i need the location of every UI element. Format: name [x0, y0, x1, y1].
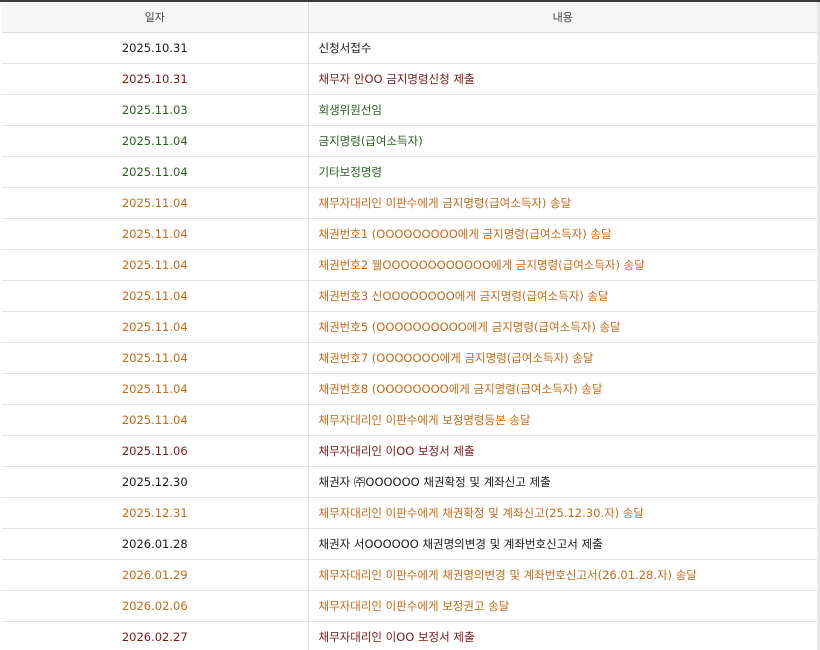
table-row: 2025.11.04 채권번호2 웰OOOOOOOOOOOO에게 금지명령(급여소… [2, 249, 817, 281]
table-row: 2026.01.28 채권자 서OOOOOO 채권명의변경 및 계좌번호신고서 제… [2, 528, 817, 560]
table-row: 2026.01.29 채무자대리인 이판수에게 채권명의변경 및 계좌번호신고서(… [2, 559, 817, 591]
row-date: 2025.11.04 [2, 404, 309, 436]
row-content: 채권번호3 신OOOOOOOO에게 금지명령(급여소득자) 송달 [308, 280, 817, 312]
row-date: 2025.10.31 [2, 63, 309, 95]
table-row: 2025.11.04 채권번호3 신OOOOOOOO에게 금지명령(급여소득자) … [2, 280, 817, 312]
table-row: 2025.11.03 회생위원선임 [2, 94, 817, 126]
table-row: 2025.12.30 채권자 ㈜OOOOOO 채권확정 및 계좌신고 제출 [2, 466, 817, 498]
row-content: 채무자대리인 이OO 보정서 제출 [308, 435, 817, 467]
row-content: 채권자 ㈜OOOOOO 채권확정 및 계좌신고 제출 [308, 466, 817, 498]
row-content: 채무자대리인 이OO 보정서 제출 [308, 621, 817, 650]
row-content: 채권자 서OOOOOO 채권명의변경 및 계좌번호신고서 제출 [308, 528, 817, 560]
case-progress-panel: 일자 내용 2025.10.31 신청서접수 2025.10.31 채무자 안OO 금… [0, 0, 820, 650]
row-date: 2025.11.03 [2, 94, 309, 126]
table-row: 2025.11.04 채권번호1 (OOOOOOOOO에게 금지명령(급여소득자)… [2, 218, 817, 250]
row-date: 2025.11.06 [2, 435, 309, 467]
row-content: 채무자대리인 이판수에게 보정명령등본 송달 [308, 404, 817, 436]
row-date: 2026.01.28 [2, 528, 309, 560]
table-row: 2026.02.06 채무자대리인 이판수에게 보정권고 송달 [2, 590, 817, 622]
row-content: 신청서접수 [308, 32, 817, 64]
row-content: 채권번호5 (OOOOOOOOOO에게 금지명령(급여소득자) 송달 [308, 311, 817, 343]
row-content: 채무자대리인 이판수에게 채권명의변경 및 계좌번호신고서(26.01.28.자… [308, 559, 817, 591]
table-row: 2025.11.04 채권번호5 (OOOOOOOOOO에게 금지명령(급여소득자… [2, 311, 817, 343]
row-date: 2025.11.04 [2, 156, 309, 188]
table-row: 2025.11.04 채권번호7 (OOOOOOO에게 금지명령(급여소득자) 송… [2, 342, 817, 374]
case-progress-table: 일자 내용 2025.10.31 신청서접수 2025.10.31 채무자 안OO 금… [2, 2, 817, 650]
row-date: 2025.10.31 [2, 32, 309, 64]
row-content: 채권번호8 (OOOOOOOO에게 금지명령(급여소득자) 송달 [308, 373, 817, 405]
row-content: 회생위원선임 [308, 94, 817, 126]
row-date: 2025.11.04 [2, 187, 309, 219]
row-date: 2025.11.04 [2, 218, 309, 250]
table-row: 2025.12.31 채무자대리인 이판수에게 채권확정 및 계좌신고(25.12… [2, 497, 817, 529]
table-row: 2025.11.04 채권번호8 (OOOOOOOO에게 금지명령(급여소득자) … [2, 373, 817, 405]
row-content: 기타보정명령 [308, 156, 817, 188]
table-row: 2025.11.04 채무자대리인 이판수에게 보정명령등본 송달 [2, 404, 817, 436]
row-content: 채무자대리인 이판수에게 보정권고 송달 [308, 590, 817, 622]
row-content: 채무자대리인 이판수에게 금지명령(급여소득자) 송달 [308, 187, 817, 219]
table-row: 2025.11.06 채무자대리인 이OO 보정서 제출 [2, 435, 817, 467]
row-date: 2025.11.04 [2, 342, 309, 374]
row-date: 2025.11.04 [2, 280, 309, 312]
row-content: 채권번호2 웰OOOOOOOOOOOO에게 금지명령(급여소득자) 송달 [308, 249, 817, 281]
row-date: 2025.12.31 [2, 497, 309, 529]
column-header-content: 내용 [308, 2, 817, 33]
table-row: 2025.11.04 채무자대리인 이판수에게 금지명령(급여소득자) 송달 [2, 187, 817, 219]
row-date: 2025.11.04 [2, 311, 309, 343]
table-row: 2026.02.27 채무자대리인 이OO 보정서 제출 [2, 621, 817, 650]
table-row: 2025.10.31 채무자 안OO 금지명령신청 제출 [2, 63, 817, 95]
row-date: 2025.12.30 [2, 466, 309, 498]
row-date: 2026.01.29 [2, 559, 309, 591]
row-content: 금지명령(급여소득자) [308, 125, 817, 157]
row-date: 2026.02.06 [2, 590, 309, 622]
table-row: 2025.10.31 신청서접수 [2, 32, 817, 64]
row-content: 채권번호7 (OOOOOOO에게 금지명령(급여소득자) 송달 [308, 342, 817, 374]
table-row: 2025.11.04 금지명령(급여소득자) [2, 125, 817, 157]
row-date: 2025.11.04 [2, 249, 309, 281]
table-body: 2025.10.31 신청서접수 2025.10.31 채무자 안OO 금지명령신청 … [2, 32, 817, 650]
table-header-row: 일자 내용 [2, 2, 817, 33]
row-content: 채무자대리인 이판수에게 채권확정 및 계좌신고(25.12.30.자) 송달 [308, 497, 817, 529]
row-date: 2025.11.04 [2, 125, 309, 157]
row-content: 채권번호1 (OOOOOOOOO에게 금지명령(급여소득자) 송달 [308, 218, 817, 250]
row-date: 2025.11.04 [2, 373, 309, 405]
column-header-date: 일자 [2, 2, 309, 33]
table-row: 2025.11.04 기타보정명령 [2, 156, 817, 188]
row-content: 채무자 안OO 금지명령신청 제출 [308, 63, 817, 95]
row-date: 2026.02.27 [2, 621, 309, 650]
